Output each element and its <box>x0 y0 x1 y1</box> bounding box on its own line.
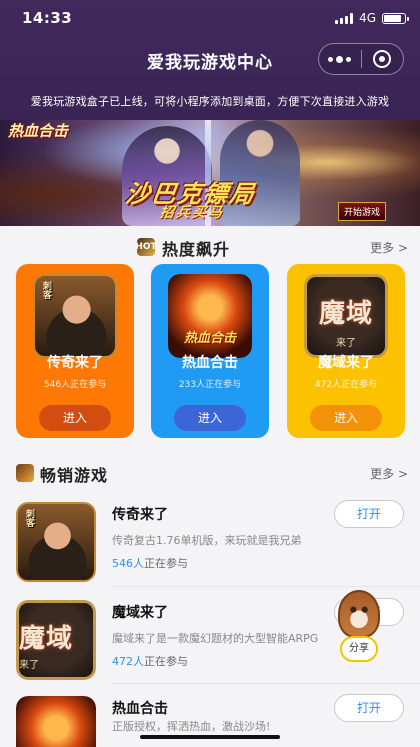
game-art-label: 魔域 <box>318 298 373 329</box>
banner-game-logo: 热血合击 <box>8 122 69 140</box>
enter-button[interactable]: 进入 <box>174 405 246 431</box>
bestseller-more-link[interactable]: 更多 > <box>370 465 408 482</box>
card-game-name: 传奇来了 <box>47 355 103 371</box>
share-label: 分享 <box>340 636 378 662</box>
game-art-label: 热血合击 <box>183 331 236 346</box>
game-name: 传奇来了 <box>112 507 168 523</box>
banner-start-button[interactable]: 开始游戏 <box>337 202 386 221</box>
player-count: 546人正在参与 <box>112 555 188 571</box>
close-mini-program-icon[interactable] <box>361 50 403 68</box>
game-art-label: 刺客 <box>41 281 51 299</box>
signal-icon <box>335 12 354 24</box>
hot-icon: HOT <box>135 238 157 256</box>
hot-card-chuanqi[interactable]: 刺客 传奇来了 546人正在参与 进入 <box>16 264 134 438</box>
banner-character-right <box>220 120 300 226</box>
game-thumbnail: 刺客 <box>33 274 117 358</box>
game-icon: 魔域 来了 <box>16 600 96 680</box>
game-art-label: 刺客 <box>24 509 34 527</box>
puppy-mascot-icon <box>338 590 380 638</box>
card-player-count: 233人正在参与 <box>178 380 242 390</box>
list-divider <box>112 586 420 587</box>
bestseller-section-header: 畅销游戏 更多 > <box>0 458 420 488</box>
game-icon: 热血合击 <box>16 696 96 747</box>
bestseller-section-title: 畅销游戏 <box>40 466 109 485</box>
game-thumbnail: 魔域 来了 <box>304 274 388 358</box>
player-count-suffix: 正在参与 <box>144 655 188 668</box>
notice-text: 爱我玩游戏盒子已上线，可将小程序添加到桌面，方便下次直接进入游戏 <box>30 95 390 108</box>
player-count-number: 472人 <box>112 655 144 668</box>
battery-icon <box>382 12 409 24</box>
mini-program-capsule <box>318 43 404 75</box>
game-thumbnail: 热血合击 <box>168 274 252 358</box>
card-player-count: 472人正在参与 <box>314 380 378 390</box>
more-options-icon[interactable] <box>319 55 361 63</box>
status-indicators: 4G <box>335 11 409 25</box>
game-description: 魔域来了是一款魔幻题材的大型智能ARPG <box>112 632 319 645</box>
player-count: 472人正在参与 <box>112 653 188 669</box>
hot-section-header: HOT 热度飙升 更多 > <box>0 232 420 262</box>
hot-card-rexue[interactable]: 热血合击 热血合击 233人正在参与 进入 <box>151 264 269 438</box>
list-item[interactable]: 刺客 传奇来了 传奇复古1.76单机版，来玩就是我兄弟 546人正在参与 打开 <box>0 494 420 590</box>
bestseller-icon <box>16 464 34 482</box>
player-count-number: 546人 <box>112 557 144 570</box>
app-header: 14:33 4G 爱我玩游戏中心 爱我玩游戏盒子已上线，可将小程序添加到桌面，方… <box>0 0 420 120</box>
card-player-count: 546人正在参与 <box>43 380 107 390</box>
home-indicator[interactable] <box>140 735 280 739</box>
game-name: 热血合击 <box>112 701 168 717</box>
share-float-button[interactable]: 分享 <box>338 590 380 666</box>
card-game-name: 魔域来了 <box>318 355 374 371</box>
list-divider <box>112 683 420 684</box>
network-type: 4G <box>359 11 376 25</box>
status-bar: 14:33 4G <box>0 0 420 36</box>
game-name: 魔域来了 <box>112 605 168 621</box>
player-count-suffix: 正在参与 <box>144 557 188 570</box>
status-time: 14:33 <box>22 9 73 27</box>
enter-button[interactable]: 进入 <box>310 405 382 431</box>
hot-section-title: 热度飙升 <box>162 240 231 259</box>
hot-more-link[interactable]: 更多 > <box>370 239 408 256</box>
open-button[interactable]: 打开 <box>334 500 404 528</box>
open-button[interactable]: 打开 <box>334 694 404 722</box>
promo-banner[interactable]: 热血合击 沙巴克镖局 招兵买马 开始游戏 <box>0 120 420 226</box>
card-game-name: 热血合击 <box>182 355 238 371</box>
game-art-sublabel: 来了 <box>336 337 356 349</box>
hot-card-moyu[interactable]: 魔域 来了 魔域来了 472人正在参与 进入 <box>287 264 405 438</box>
game-icon: 刺客 <box>16 502 96 582</box>
game-description: 传奇复古1.76单机版，来玩就是我兄弟 <box>112 534 302 547</box>
banner-subline: 招兵买马 <box>158 205 225 221</box>
game-art-sublabel: 来了 <box>19 660 39 672</box>
game-description: 正版授权，挥洒热血，激战沙场! <box>112 720 271 733</box>
game-art-label: 魔域 <box>19 623 74 654</box>
enter-button[interactable]: 进入 <box>39 405 111 431</box>
